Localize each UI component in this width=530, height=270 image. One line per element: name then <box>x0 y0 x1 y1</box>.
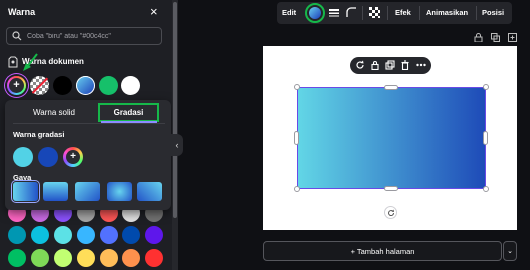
color-panel: Warna × Warna dokumen + <box>0 0 172 270</box>
rotate-icon <box>387 209 394 216</box>
toolbar-divider <box>476 6 477 20</box>
panel-title: Warna <box>8 7 36 17</box>
color-swatch-black[interactable] <box>53 76 72 95</box>
tab-gradient[interactable]: Gradasi <box>98 103 159 122</box>
add-color-button[interactable]: + <box>7 76 26 95</box>
transparent-swatch[interactable] <box>30 76 49 95</box>
plus-icon: + <box>9 78 24 93</box>
lock-page-icon[interactable] <box>474 33 483 42</box>
resize-handle-right[interactable] <box>483 131 488 145</box>
toolbar-divider <box>387 6 388 20</box>
color-preview <box>309 7 321 19</box>
resize-handle-bottom-right[interactable] <box>483 186 489 192</box>
palette-swatch[interactable] <box>100 249 118 267</box>
gradient-style-linear-horizontal[interactable] <box>13 182 38 201</box>
document-palette-icon <box>8 56 18 68</box>
duplicate-page-icon[interactable] <box>491 33 500 42</box>
delete-icon[interactable] <box>400 60 410 70</box>
palette-swatch[interactable] <box>145 249 163 267</box>
add-page-button[interactable]: + Tambah halaman <box>263 241 502 261</box>
style-title: Gaya <box>13 173 32 182</box>
toolbar-divider <box>419 6 420 20</box>
resize-handle-bottom-left[interactable] <box>294 186 300 192</box>
palette-swatch[interactable] <box>77 249 95 267</box>
effects-button[interactable]: Efek <box>395 8 411 17</box>
gradient-stop-end[interactable] <box>38 147 58 167</box>
rotate-icon[interactable] <box>355 60 365 70</box>
scroll-thumb[interactable] <box>173 2 177 218</box>
chevron-left-icon: ‹ <box>175 140 179 150</box>
gradient-style-linear-vertical[interactable] <box>43 182 68 201</box>
gradient-style-radial[interactable] <box>107 182 132 201</box>
palette-swatch[interactable] <box>31 226 49 244</box>
color-search[interactable] <box>6 27 162 45</box>
resize-handle-left[interactable] <box>294 131 299 145</box>
color-swatch-green[interactable] <box>99 76 118 95</box>
gradient-popup: Warna solid Gradasi Warna gradasi + Gaya <box>5 100 171 210</box>
palette-swatch[interactable] <box>77 226 95 244</box>
gradient-colors-title: Warna gradasi <box>13 130 65 139</box>
resize-handle-bottom[interactable] <box>384 186 398 191</box>
tab-solid-color[interactable]: Warna solid <box>19 108 89 117</box>
add-gradient-color-button[interactable]: + <box>63 147 83 167</box>
gradient-stop-start[interactable] <box>13 147 33 167</box>
edit-button[interactable]: Edit <box>282 8 296 17</box>
rotate-handle[interactable] <box>384 206 397 219</box>
color-swatch-gradient[interactable] <box>76 76 95 95</box>
palette-swatch[interactable] <box>54 249 72 267</box>
palette-swatch[interactable] <box>31 249 49 267</box>
add-page-icon[interactable] <box>508 33 517 42</box>
gradient-rectangle-element[interactable] <box>297 87 486 189</box>
palette-swatch[interactable] <box>122 226 140 244</box>
gradient-style-diagonal[interactable] <box>75 182 100 201</box>
duplicate-icon[interactable] <box>385 60 395 70</box>
more-options-icon[interactable] <box>416 63 426 67</box>
palette-swatch[interactable] <box>100 226 118 244</box>
tab-divider <box>13 123 165 124</box>
plus-icon: + <box>66 150 80 164</box>
add-page-options-button[interactable]: ⌄ <box>503 241 517 261</box>
toolbar-divider <box>362 6 363 20</box>
animate-button[interactable]: Animasikan <box>426 8 468 17</box>
resize-handle-top[interactable] <box>384 85 398 90</box>
palette-swatch[interactable] <box>145 226 163 244</box>
gradient-style-diagonal-reverse[interactable] <box>137 182 162 201</box>
search-input[interactable] <box>27 30 157 42</box>
annotation-arrow-icon <box>23 53 38 71</box>
corner-rounding-icon[interactable] <box>346 7 357 18</box>
color-swatch-white[interactable] <box>121 76 140 95</box>
resize-handle-top-left[interactable] <box>294 84 300 90</box>
resize-handle-top-right[interactable] <box>483 84 489 90</box>
transparency-icon[interactable] <box>369 7 380 18</box>
lock-icon[interactable] <box>370 60 380 70</box>
palette-swatch[interactable] <box>122 249 140 267</box>
palette-swatch[interactable] <box>8 249 26 267</box>
border-style-icon[interactable] <box>329 8 339 18</box>
position-button[interactable]: Posisi <box>482 8 504 17</box>
close-icon[interactable]: × <box>150 5 158 18</box>
search-icon <box>12 31 22 41</box>
fill-color-button[interactable] <box>305 3 325 23</box>
element-floating-toolbar <box>350 57 431 74</box>
collapse-panel-button[interactable]: ‹ <box>171 134 183 156</box>
chevron-down-icon: ⌄ <box>507 248 513 255</box>
palette-swatch[interactable] <box>8 226 26 244</box>
element-toolbar: Edit Efek Animasikan Posisi <box>277 2 512 24</box>
palette-swatch[interactable] <box>54 226 72 244</box>
